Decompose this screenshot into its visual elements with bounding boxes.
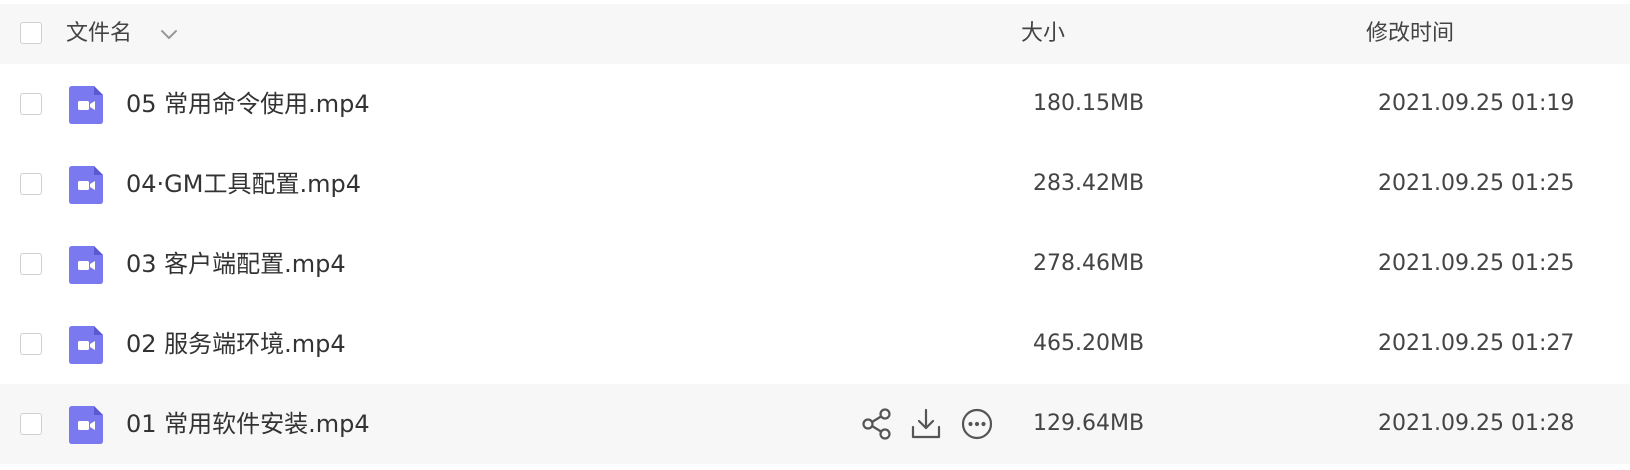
file-name[interactable]: 02 服务端环境.mp4 — [126, 304, 346, 384]
video-file-icon — [69, 86, 103, 124]
file-modified-time: 2021.09.25 01:25 — [1378, 251, 1575, 276]
file-modified-time: 2021.09.25 01:28 — [1378, 411, 1575, 436]
video-file-icon — [69, 326, 103, 364]
file-name[interactable]: 05 常用命令使用.mp4 — [126, 64, 370, 144]
row-checkbox[interactable] — [20, 173, 42, 195]
file-name[interactable]: 01 常用软件安装.mp4 — [126, 384, 370, 464]
row-checkbox[interactable] — [20, 333, 42, 355]
video-file-icon — [69, 246, 103, 284]
select-all-checkbox[interactable] — [20, 22, 42, 44]
chevron-down-icon[interactable] — [158, 26, 180, 42]
column-header-size[interactable]: 大小 — [1021, 4, 1065, 64]
download-icon[interactable] — [909, 407, 943, 441]
file-row[interactable]: 03 客户端配置.mp4 278.46MB 2021.09.25 01:25 — [0, 224, 1630, 304]
list-header: 文件名 大小 修改时间 — [0, 4, 1630, 64]
file-modified-time: 2021.09.25 01:19 — [1378, 91, 1575, 116]
video-file-icon — [69, 406, 103, 444]
file-list: 文件名 大小 修改时间 05 常用命令使用.mp4 180.15MB 2021.… — [0, 0, 1630, 470]
file-row[interactable]: 01 常用软件安装.mp4 129.64MB 2021.09.25 01:28 — [0, 384, 1630, 464]
file-row[interactable]: 02 服务端环境.mp4 465.20MB 2021.09.25 01:27 — [0, 304, 1630, 384]
file-row[interactable]: 05 常用命令使用.mp4 180.15MB 2021.09.25 01:19 — [0, 64, 1630, 144]
file-size: 278.46MB — [1033, 251, 1145, 276]
file-size: 129.64MB — [1033, 411, 1145, 436]
file-row[interactable]: 04·GM工具配置.mp4 283.42MB 2021.09.25 01:25 — [0, 144, 1630, 224]
row-checkbox[interactable] — [20, 93, 42, 115]
file-modified-time: 2021.09.25 01:25 — [1378, 171, 1575, 196]
video-file-icon — [69, 166, 103, 204]
file-size: 180.15MB — [1033, 91, 1145, 116]
file-name[interactable]: 03 客户端配置.mp4 — [126, 224, 346, 304]
file-modified-time: 2021.09.25 01:27 — [1378, 331, 1575, 356]
share-icon[interactable] — [860, 407, 894, 441]
file-size: 283.42MB — [1033, 171, 1145, 196]
column-header-modified[interactable]: 修改时间 — [1366, 4, 1454, 64]
file-name[interactable]: 04·GM工具配置.mp4 — [126, 144, 361, 224]
row-checkbox[interactable] — [20, 413, 42, 435]
column-header-name[interactable]: 文件名 — [66, 4, 132, 64]
file-size: 465.20MB — [1033, 331, 1145, 356]
more-icon[interactable] — [960, 407, 994, 441]
row-checkbox[interactable] — [20, 253, 42, 275]
